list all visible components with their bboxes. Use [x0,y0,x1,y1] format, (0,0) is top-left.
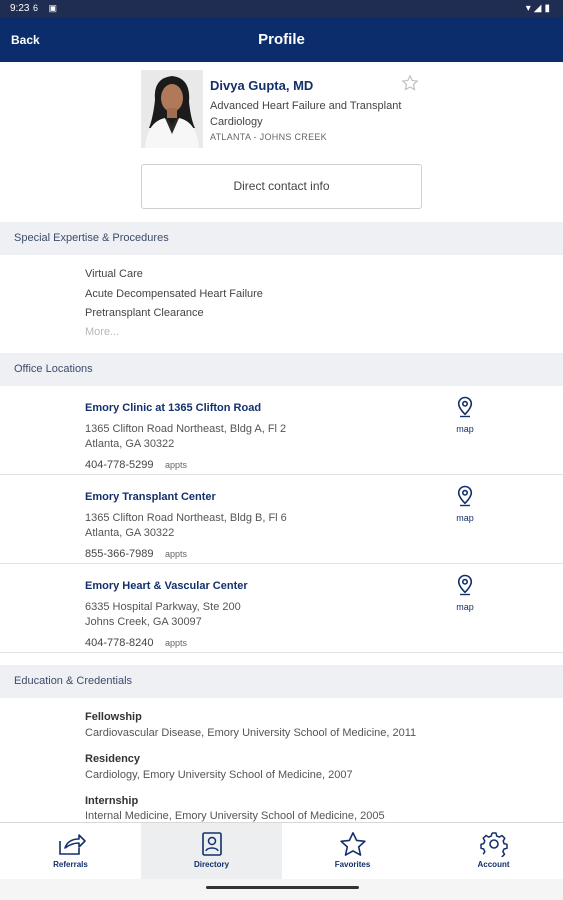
office-map-button[interactable]: map [452,574,478,614]
office-address: 1365 Clifton Road Northeast, Bldg A, Fl … [85,422,286,452]
office-address-line2: Atlanta, GA 30322 [85,438,175,450]
doctor-portrait-image [141,70,203,148]
status-icons-right: ▾◢▮ [525,3,553,14]
office-phone-link[interactable]: 404-778-8240 [85,637,154,649]
office-name[interactable]: Emory Clinic at 1365 Clifton Road [85,402,261,414]
doctor-specialty: Advanced Heart Failure and Transplant Ca… [210,100,402,128]
office-address-line2: Atlanta, GA 30322 [85,527,175,539]
office-map-button[interactable]: map [452,396,478,436]
section-education: Education & Credentials [0,665,563,698]
office-address-line2: Johns Creek, GA 30097 [85,616,202,628]
office-address: 1365 Clifton Road Northeast, Bldg B, Fl … [85,511,287,541]
tab-favorites-label: Favorites [334,860,371,869]
map-pin-icon [457,396,473,418]
office-phone-link[interactable]: 855-366-7989 [85,548,154,560]
office-name[interactable]: Emory Transplant Center [85,491,216,503]
office-item: Emory Transplant Center 1365 Clifton Roa… [0,475,563,564]
map-pin-icon [457,485,473,507]
education-detail: Cardiology, Emory University School of M… [85,769,353,781]
section-education-title: Education & Credentials [14,675,133,687]
tab-referrals[interactable]: Referrals [0,823,141,880]
favorite-star-icon[interactable] [401,74,419,92]
share-icon [59,834,86,855]
system-nav-area [0,879,563,900]
office-map-button[interactable]: map [452,485,478,525]
status-time: 9:23 [10,3,30,14]
office-map-label: map [456,424,474,434]
expertise-item: Acute Decompensated Heart Failure [85,288,263,300]
home-gesture-bar[interactable] [206,886,359,889]
doctor-location: ATLANTA - JOHNS CREEK [210,132,327,142]
education-detail: Cardiovascular Disease, Emory University… [85,727,417,739]
tab-directory[interactable]: Directory [141,823,282,880]
office-appts-link[interactable]: appts [165,549,187,559]
map-pin-icon [457,574,473,596]
contact-card-icon [202,832,222,856]
office-appts-link[interactable]: appts [165,460,187,470]
star-icon [340,832,366,856]
education-title: Internship [85,795,139,807]
doctor-photo [141,70,203,148]
tab-account-label: Account [477,860,510,869]
expertise-item: Virtual Care [85,268,143,280]
section-expertise-title: Special Expertise & Procedures [14,232,169,244]
office-map-label: map [456,513,474,523]
expertise-item: Pretransplant Clearance [85,307,204,319]
section-expertise: Special Expertise & Procedures [0,222,563,255]
office-address-line1: 6335 Hospital Parkway, Ste 200 [85,601,241,613]
section-office-locations-title: Office Locations [14,363,93,375]
doctor-name: Divya Gupta, MD [210,78,314,93]
education-title: Residency [85,753,141,765]
direct-contact-info-button[interactable]: Direct contact info [141,164,422,209]
tab-directory-label: Directory [193,860,230,869]
office-name[interactable]: Emory Heart & Vascular Center [85,580,248,592]
tab-referrals-label: Referrals [53,860,88,869]
office-appts-link[interactable]: appts [165,638,187,648]
education-detail: Internal Medicine, Emory University Scho… [85,810,385,822]
office-address: 6335 Hospital Parkway, Ste 200 Johns Cre… [85,600,241,630]
status-icons-left: 6 ▣ [33,3,62,13]
tab-favorites[interactable]: Favorites [282,823,423,880]
education-title: Fellowship [85,711,142,723]
section-office-locations: Office Locations [0,353,563,386]
office-phone-link[interactable]: 404-778-5299 [85,459,154,471]
office-address-line1: 1365 Clifton Road Northeast, Bldg B, Fl … [85,512,287,524]
expertise-more-link[interactable]: More... [85,326,119,338]
status-bar: 9:23 6 ▣ ▾◢▮ [0,0,563,17]
app-bar: Back Profile [0,17,563,62]
office-map-label: map [456,602,474,612]
office-item: Emory Heart & Vascular Center 6335 Hospi… [0,564,563,653]
gear-icon [480,832,508,857]
office-item: Emory Clinic at 1365 Clifton Road 1365 C… [0,386,563,475]
office-address-line1: 1365 Clifton Road Northeast, Bldg A, Fl … [85,423,287,435]
bottom-tab-bar: Referrals Directory Favorites Account [0,822,563,880]
tab-account[interactable]: Account [423,823,563,880]
page-title: Profile [258,31,305,48]
